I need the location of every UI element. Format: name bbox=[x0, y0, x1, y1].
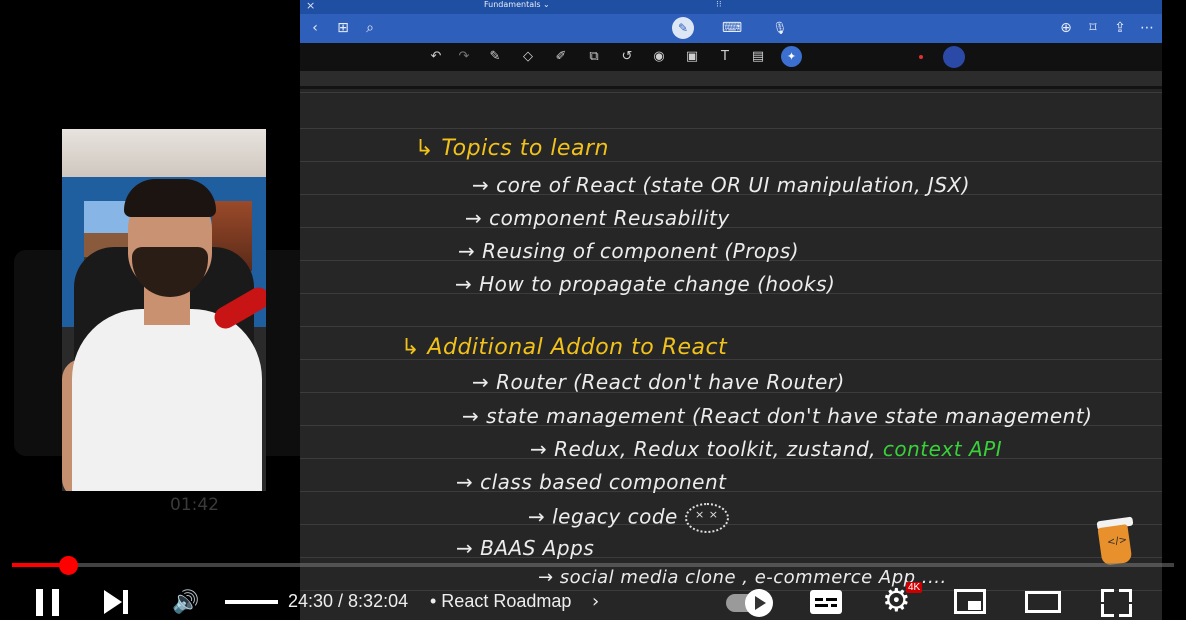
fullscreen-icon bbox=[1101, 589, 1114, 602]
window-handle-icon[interactable]: ⁝⁝ bbox=[716, 0, 738, 10]
webcam-presenter-hair bbox=[124, 179, 216, 217]
context-api-highlight: context API bbox=[882, 437, 1003, 461]
fullscreen-icon-corner bbox=[1119, 589, 1132, 602]
search-icon[interactable]: ⌕ bbox=[359, 17, 381, 39]
navigation-bar: ‹ ⊞ ⌕ ✎ ⌨ 🎙 ⊕ ⌑ ⇪ ⋯ bbox=[300, 14, 1162, 43]
grid-icon[interactable]: ⊞ bbox=[332, 17, 354, 39]
time-display: 24:30 / 8:32:04 bbox=[288, 591, 409, 611]
image-icon[interactable]: ▣ bbox=[682, 47, 702, 67]
highlighter-icon[interactable]: ✐ bbox=[551, 47, 571, 67]
captions-icon bbox=[815, 598, 823, 601]
bookmark-icon[interactable]: ⌑ bbox=[1082, 17, 1104, 39]
addon-legacy-text: → legacy code bbox=[528, 504, 678, 529]
lasso-icon[interactable]: ↺ bbox=[617, 47, 637, 67]
fullscreen-icon-corner bbox=[1119, 604, 1132, 617]
scan-icon[interactable]: ▤ bbox=[748, 47, 768, 67]
presenter-webcam bbox=[62, 129, 266, 491]
lasso-select-icon[interactable]: ✦ bbox=[781, 46, 802, 67]
addon-baas-line: → BAAS Apps bbox=[456, 536, 595, 560]
shapes-icon[interactable]: ⧉ bbox=[584, 47, 604, 67]
sad-face-doodle: × × bbox=[684, 503, 729, 533]
theater-mode-button[interactable] bbox=[1025, 591, 1061, 613]
addon-state-line: → state management (React don't have sta… bbox=[462, 404, 1093, 428]
webcam-presenter-shirt bbox=[72, 309, 262, 491]
volume-icon[interactable]: 🔊 bbox=[172, 590, 208, 616]
addon-state-libs-text: → Redux, Redux toolkit, zustand, bbox=[530, 437, 876, 461]
eraser-icon[interactable]: ◇ bbox=[518, 47, 538, 67]
topic-line-4: → How to propagate change (hooks) bbox=[455, 272, 836, 296]
laser-pointer-icon[interactable]: ◉ bbox=[649, 47, 669, 67]
quality-badge: 4K bbox=[906, 582, 923, 593]
more-icon[interactable]: ⋯ bbox=[1136, 17, 1158, 39]
topic-line-3: → Reusing of component (Props) bbox=[458, 239, 800, 263]
miniplayer-icon bbox=[968, 601, 981, 610]
addon-legacy-line: → legacy code × × bbox=[528, 503, 729, 533]
color-swatch-red[interactable] bbox=[919, 55, 923, 59]
pen-icon[interactable]: ✎ bbox=[485, 47, 505, 67]
notes-app-window: × Fundamentals ⌄ ⁝⁝ ‹ ⊞ ⌕ ✎ ⌨ 🎙 ⊕ ⌑ ⇪ ⋯ … bbox=[300, 0, 1162, 620]
next-icon-bar bbox=[123, 590, 128, 614]
volume-slider[interactable] bbox=[225, 600, 278, 604]
captions-icon-line bbox=[815, 604, 828, 607]
share-icon[interactable]: ⇪ bbox=[1109, 17, 1131, 39]
addon-class-line: → class based component bbox=[456, 470, 727, 494]
keyboard-icon[interactable]: ⌨ bbox=[721, 17, 743, 39]
document-title[interactable]: Fundamentals ⌄ bbox=[484, 0, 550, 9]
captions-icon-line bbox=[826, 598, 837, 601]
title-bar: × Fundamentals ⌄ ⁝⁝ bbox=[300, 0, 1162, 14]
topic-line-1: → core of React (state OR UI manipulatio… bbox=[472, 173, 971, 197]
microphone-icon[interactable]: 🎙 bbox=[769, 17, 791, 39]
redo-icon[interactable]: ↷ bbox=[454, 47, 474, 67]
faded-overlay-time: 01:42 bbox=[170, 495, 219, 515]
color-swatch-blue[interactable] bbox=[943, 46, 965, 68]
notebook-page[interactable]: ↳ Topics to learn → core of React (state… bbox=[300, 89, 1162, 620]
notes-heading-addons: ↳ Additional Addon to React bbox=[401, 335, 728, 360]
next-icon bbox=[104, 590, 122, 614]
notes-heading-topics: ↳ Topics to learn bbox=[415, 136, 609, 161]
page-header-strip bbox=[300, 71, 1162, 87]
fullscreen-icon-corner bbox=[1101, 604, 1114, 617]
pen-mode-icon[interactable]: ✎ bbox=[672, 17, 694, 39]
pause-icon bbox=[36, 589, 43, 616]
close-icon[interactable]: × bbox=[306, 0, 315, 12]
captions-icon-line bbox=[831, 604, 837, 607]
addon-router-line: → Router (React don't have Router) bbox=[472, 370, 845, 394]
webcam-ceiling bbox=[62, 129, 266, 177]
add-page-icon[interactable]: ⊕ bbox=[1055, 17, 1077, 39]
drawing-toolbar: ↶ ↷ ✎ ◇ ✐ ⧉ ↺ ◉ ▣ T ▤ ✦ bbox=[300, 43, 1162, 71]
chapter-title[interactable]: • React Roadmap bbox=[430, 591, 571, 612]
chevron-right-icon[interactable]: › bbox=[592, 591, 599, 612]
video-player[interactable]: 01:42 × Fundamentals ⌄ ⁝⁝ ‹ ⊞ ⌕ ✎ ⌨ 🎙 ⊕ … bbox=[0, 0, 1186, 620]
topic-line-2: → component Reusability bbox=[465, 206, 730, 230]
progress-scrubber[interactable] bbox=[59, 556, 78, 575]
undo-icon[interactable]: ↶ bbox=[426, 47, 446, 67]
textbox-icon[interactable]: T bbox=[715, 47, 735, 67]
pause-icon-bar bbox=[52, 589, 59, 616]
play-icon bbox=[755, 596, 766, 610]
progress-bar[interactable] bbox=[12, 563, 1174, 567]
captions-button[interactable] bbox=[810, 590, 842, 614]
back-icon[interactable]: ‹ bbox=[304, 17, 326, 39]
addon-state-libs-line: → Redux, Redux toolkit, zustand, context… bbox=[530, 437, 1002, 461]
